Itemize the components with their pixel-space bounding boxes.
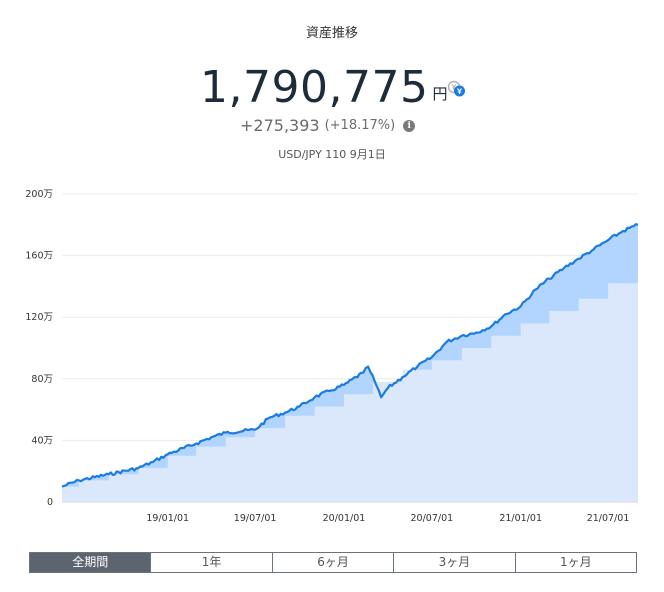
tab-1-year[interactable]: 1年 (150, 553, 272, 572)
total-assets: 1,790,775 円 (200, 60, 447, 112)
x-tick-label: 20/01/01 (323, 513, 366, 524)
x-tick-label: 19/07/01 (234, 513, 277, 524)
x-tick-label: 21/01/01 (499, 513, 542, 524)
y-tick-label: 160万 (25, 251, 53, 262)
y-tick-label: 40万 (31, 435, 53, 446)
asset-chart: 0 40万 80万 120万 160万 200万 19/01/01 19/07/01 20/01… (25, 189, 639, 524)
page-title: 資産推移 (305, 26, 358, 41)
info-icon[interactable]: i (403, 119, 416, 132)
x-tick-label: 20/07/01 (411, 513, 454, 524)
change-summary: +275,393 (+18.17%) i (240, 116, 416, 135)
y-tick-label: 0 (47, 497, 53, 508)
x-tick-label: 19/01/01 (146, 513, 189, 524)
change-percent: (+18.17%) (324, 118, 396, 133)
period-tabs: 全期間 1年 6ヶ月 3ヶ月 1ヶ月 (29, 552, 637, 573)
y-tick-label: 120万 (25, 312, 53, 323)
total-amount: 1,790,775 (200, 62, 429, 113)
tab-1-month[interactable]: 1ヶ月 (514, 553, 637, 572)
exchange-rate-note: USD/JPY 110 9月1日 (278, 148, 386, 161)
tab-3-months[interactable]: 3ヶ月 (393, 553, 515, 572)
tab-6-months[interactable]: 6ヶ月 (271, 553, 394, 572)
change-amount: +275,393 (240, 116, 320, 135)
y-tick-label: 80万 (31, 374, 53, 385)
tab-all-period[interactable]: 全期間 (30, 553, 151, 572)
currency-swap-icon[interactable] (446, 79, 468, 99)
y-tick-label: 200万 (25, 189, 53, 200)
x-tick-label: 21/07/01 (587, 513, 630, 524)
